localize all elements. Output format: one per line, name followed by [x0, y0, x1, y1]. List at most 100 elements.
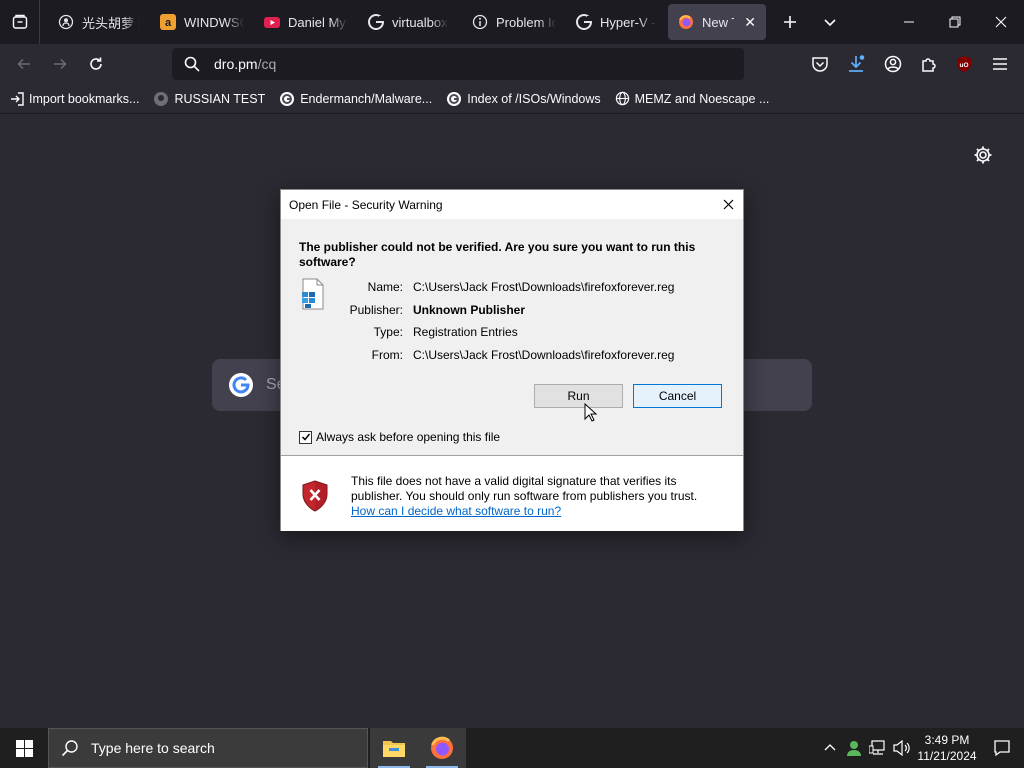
- account-icon: [884, 55, 902, 73]
- start-button[interactable]: [0, 728, 48, 768]
- checkmark-icon: [301, 433, 310, 441]
- forward-button[interactable]: [42, 46, 78, 82]
- bookmark-import[interactable]: Import bookmarks...: [10, 92, 139, 106]
- publisher-value: Unknown Publisher: [413, 302, 526, 317]
- tab-strip: 光头胡萝卜 a WINDWSC Daniel Myst virtualbox P…: [0, 0, 1024, 44]
- speaker-icon: [893, 740, 910, 756]
- network-button[interactable]: [866, 728, 890, 768]
- youtube-icon: [264, 14, 280, 30]
- security-shield-icon: [301, 480, 329, 512]
- hamburger-menu-icon: [993, 58, 1007, 70]
- tab-overview-button[interactable]: [0, 0, 40, 44]
- clock-time: 3:49 PM: [924, 733, 970, 747]
- close-window-button[interactable]: [978, 0, 1024, 44]
- bookmark-label: Import bookmarks...: [29, 91, 140, 106]
- tab-guangtou[interactable]: 光头胡萝卜: [48, 4, 150, 40]
- address-bar[interactable]: dro.pm/cq: [172, 48, 744, 80]
- tab-windwsc[interactable]: a WINDWSC: [150, 4, 254, 40]
- action-center-button[interactable]: [980, 728, 1024, 768]
- tab-label: WINDWSC: [184, 14, 244, 30]
- extensions-button[interactable]: [913, 48, 945, 80]
- search-icon: [184, 56, 200, 72]
- volume-button[interactable]: [890, 728, 914, 768]
- windows-taskbar: Type here to search 3:49 PM 11/21/2024: [0, 728, 1024, 768]
- tab-label: Problem Id: [496, 14, 556, 30]
- info-key: Name:: [367, 280, 403, 295]
- firefox-icon: [678, 14, 694, 30]
- list-all-tabs-button[interactable]: [810, 0, 850, 44]
- restore-button[interactable]: [932, 0, 978, 44]
- pocket-icon: [812, 57, 828, 72]
- taskbar-search-placeholder: Type here to search: [91, 740, 215, 756]
- file-type-value: Registration Entries: [413, 325, 518, 340]
- always-ask-checkbox[interactable]: [299, 430, 312, 444]
- taskbar-search-box[interactable]: Type here to search: [48, 728, 368, 768]
- ublock-origin-icon: uO: [957, 56, 971, 72]
- clock-date: 11/21/2024: [917, 749, 977, 763]
- minimize-button[interactable]: [886, 0, 932, 44]
- reload-button[interactable]: [78, 46, 114, 82]
- tab-hyper-v[interactable]: Hyper-V -: [566, 4, 666, 40]
- newtab-settings-button[interactable]: [972, 144, 994, 166]
- tab-label: 光头胡萝卜: [82, 15, 140, 31]
- user-status-icon: [847, 741, 861, 756]
- show-hidden-icons-button[interactable]: [818, 728, 842, 768]
- taskbar-file-explorer[interactable]: [370, 728, 418, 768]
- google-icon: [447, 91, 462, 106]
- bookmark-label: Index of /ISOs/Windows: [467, 91, 601, 106]
- tab-new-tab[interactable]: New Tab ✕: [668, 4, 766, 40]
- back-button[interactable]: [6, 46, 42, 82]
- info-key: Type:: [373, 325, 403, 340]
- warning-text: This file does not have a valid digital …: [351, 474, 698, 503]
- bookmark-endermanch[interactable]: Endermanch/Malware...: [279, 91, 432, 107]
- app-menu-button[interactable]: [984, 48, 1016, 80]
- url-text[interactable]: dro.pm/cq: [214, 56, 276, 72]
- people-tray-button[interactable]: [842, 728, 866, 768]
- dialog-close-button[interactable]: [713, 190, 743, 219]
- reload-icon: [90, 57, 102, 70]
- firefox-icon: [431, 736, 453, 759]
- always-ask-option[interactable]: Always ask before opening this file: [299, 430, 500, 444]
- new-tab-button[interactable]: [770, 0, 810, 44]
- help-link[interactable]: How can I decide what software to run?: [351, 504, 721, 519]
- tab-label: Daniel Myst: [288, 14, 348, 30]
- import-icon: [11, 91, 24, 106]
- account-button[interactable]: [877, 48, 909, 80]
- taskbar-firefox[interactable]: [418, 728, 466, 768]
- minimize-icon: [904, 21, 914, 23]
- dialog-headline: The publisher could not be verified. Are…: [299, 240, 696, 269]
- google-icon: [280, 91, 295, 106]
- tab-virtualbox[interactable]: virtualbox: [358, 4, 462, 40]
- mouse-cursor-icon: [584, 403, 598, 422]
- tab-daniel[interactable]: Daniel Myst: [254, 4, 358, 40]
- clock[interactable]: 3:49 PM 11/21/2024: [914, 732, 980, 764]
- bookmark-russian-test[interactable]: RUSSIAN TEST: [153, 91, 265, 107]
- github-icon: [58, 14, 74, 30]
- dialog-footer: This file does not have a valid digital …: [281, 456, 743, 531]
- always-ask-label: Always ask before opening this file: [316, 430, 501, 444]
- close-tab-icon[interactable]: ✕: [744, 14, 756, 31]
- pocket-button[interactable]: [804, 48, 836, 80]
- globe-icon: [615, 91, 629, 106]
- tab-problem-id[interactable]: Problem Id: [462, 4, 566, 40]
- gear-icon: [974, 146, 992, 164]
- cancel-button[interactable]: Cancel: [633, 384, 722, 408]
- tab-label: Hyper-V -: [600, 14, 656, 30]
- tab-label: New Tab: [702, 14, 734, 30]
- run-button[interactable]: Run: [534, 384, 623, 408]
- tab-label: virtualbox: [392, 14, 448, 30]
- google-icon: [368, 14, 384, 30]
- dialog-title: Open File - Security Warning: [289, 197, 443, 212]
- forward-arrow-icon: [54, 58, 67, 70]
- svg-text:a: a: [165, 17, 172, 29]
- info-row-from: From: C:\Users\Jack Frost\Downloads\fire…: [341, 344, 675, 367]
- puzzle-icon: [922, 58, 936, 72]
- close-icon: [723, 199, 733, 210]
- bookmark-index-isos[interactable]: Index of /ISOs/Windows: [446, 91, 601, 107]
- bookmark-label: MEMZ and Noescape ...: [634, 91, 770, 106]
- download-icon: [849, 55, 865, 72]
- info-row-publisher: Publisher: Unknown Publisher: [341, 299, 674, 322]
- downloads-button[interactable]: [840, 48, 872, 80]
- bookmark-memz[interactable]: MEMZ and Noescape ...: [615, 91, 770, 106]
- ublock-button[interactable]: uO: [948, 48, 980, 80]
